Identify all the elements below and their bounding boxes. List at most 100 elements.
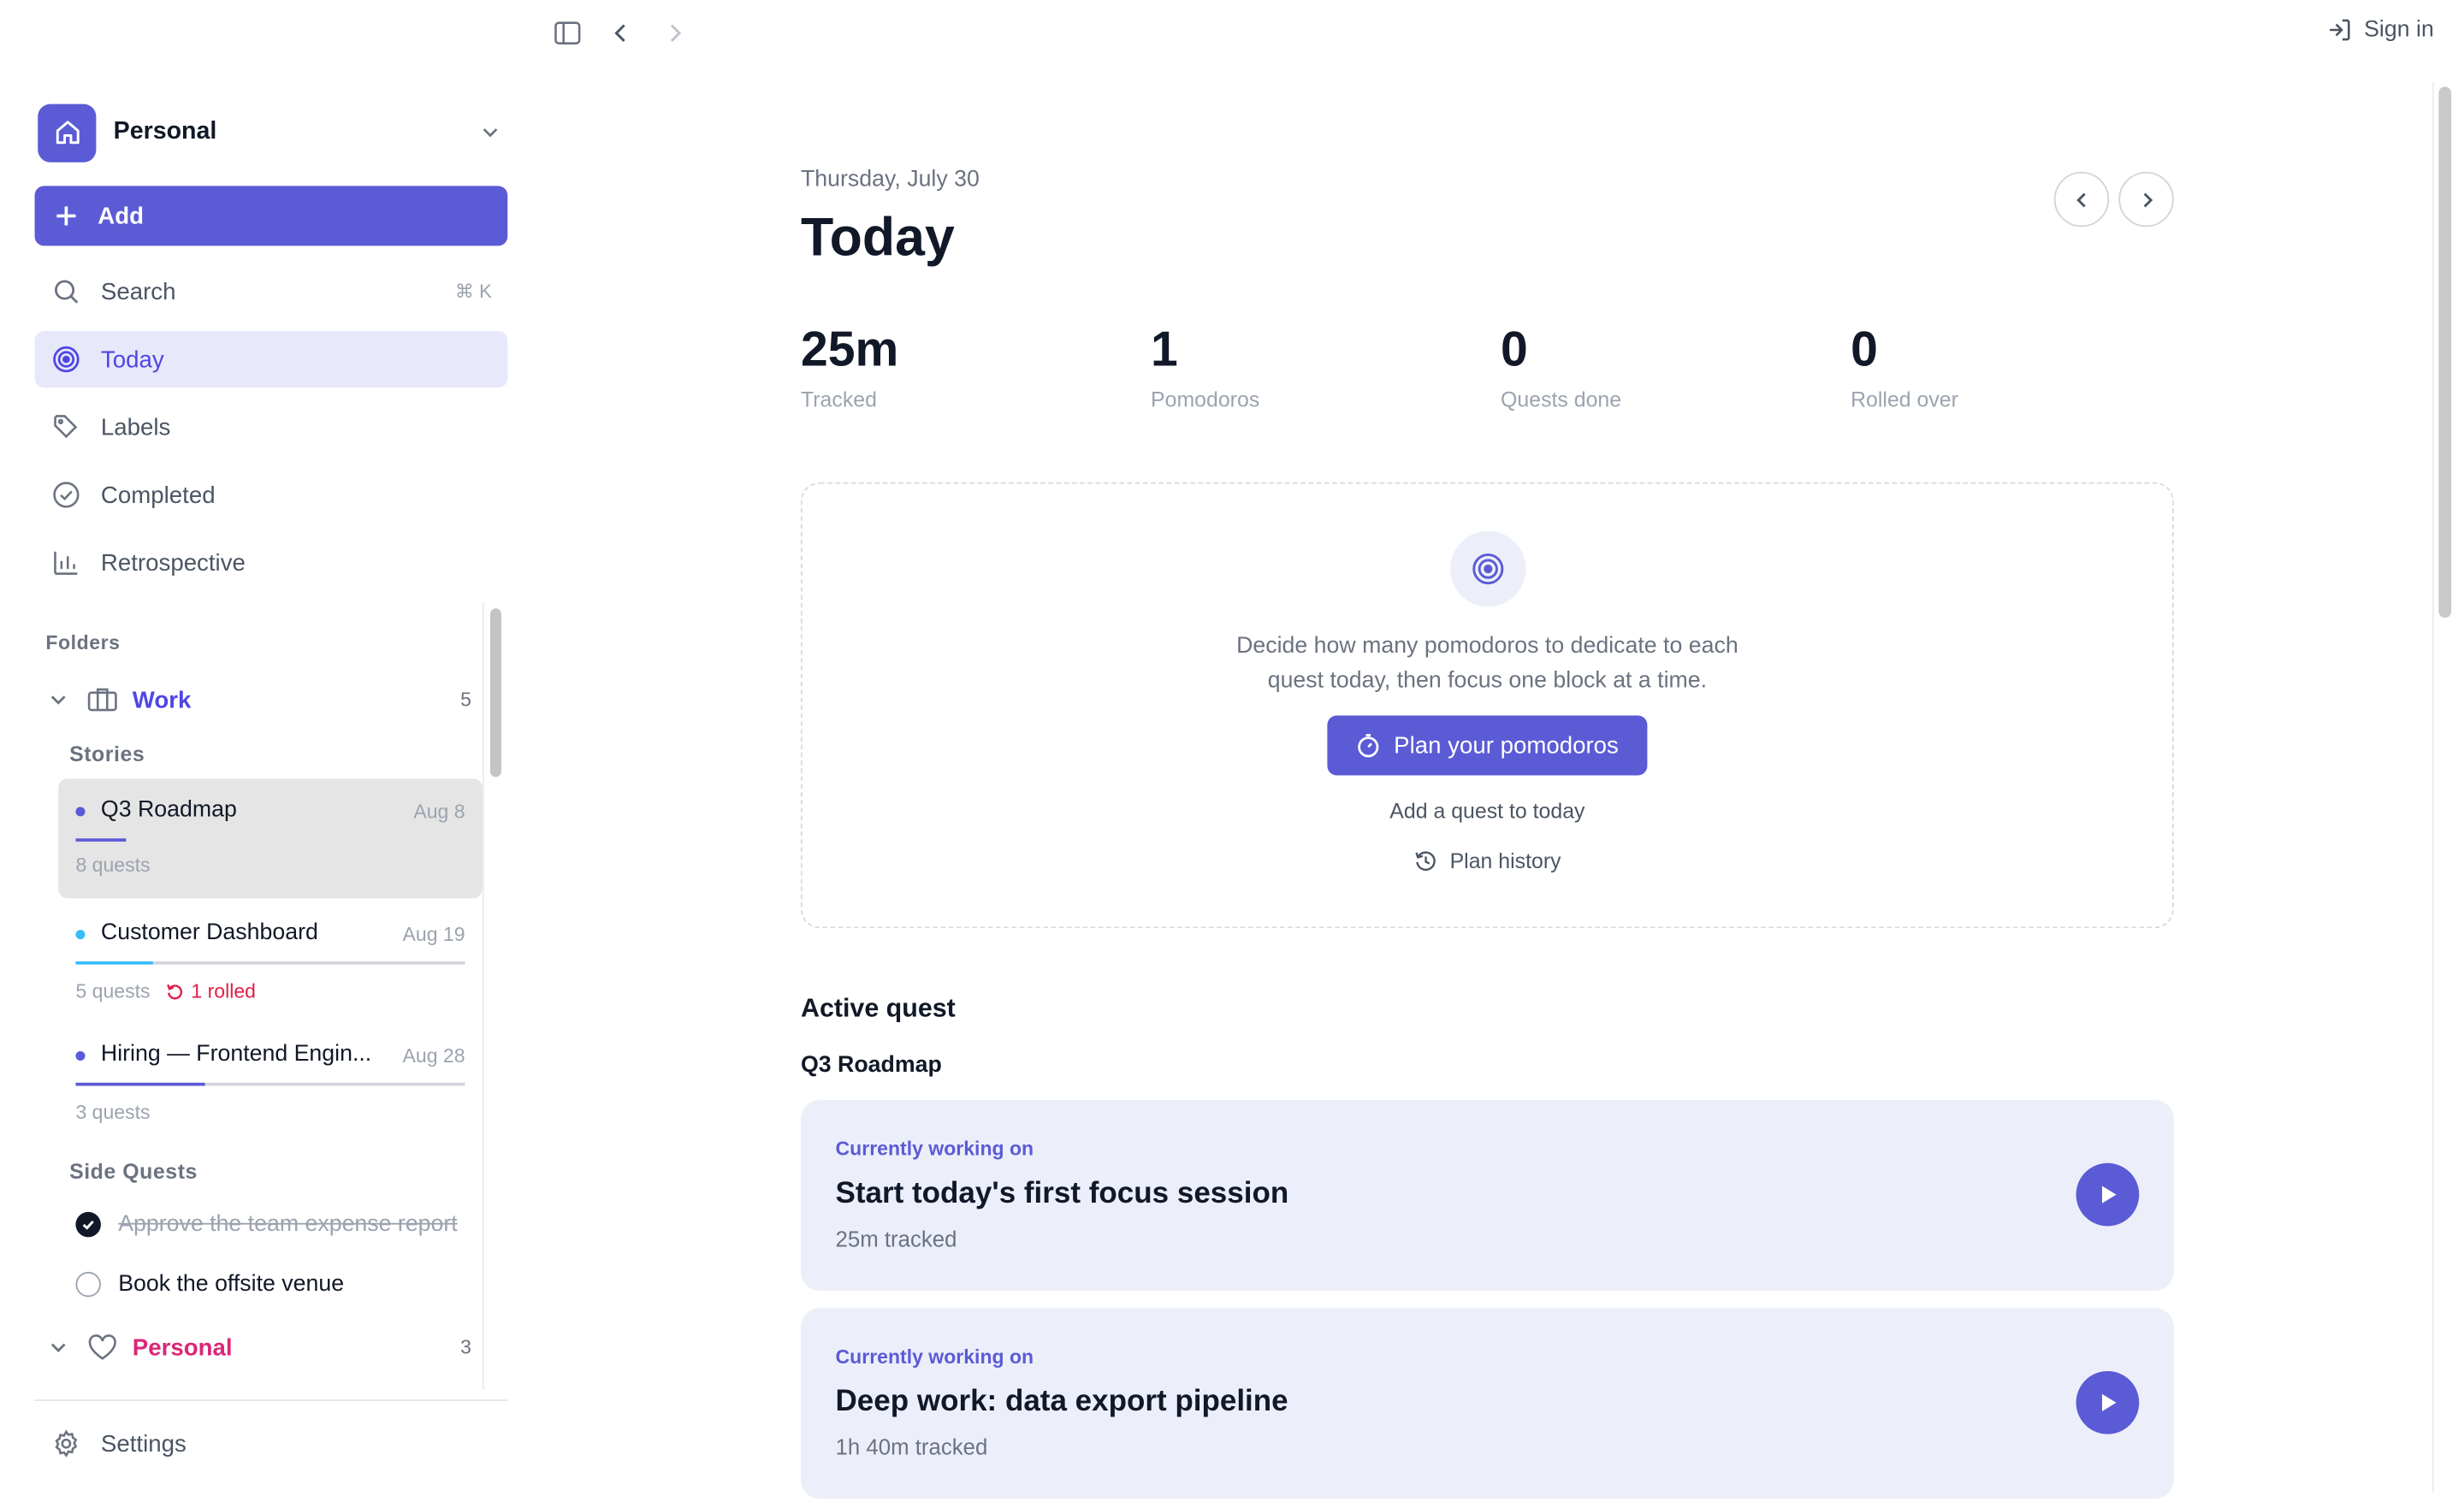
- nav-labels[interactable]: Labels: [35, 399, 508, 455]
- quest-tracked: 1h 40m tracked: [835, 1434, 988, 1460]
- sign-in-label: Sign in: [2364, 17, 2434, 43]
- story-progress-fill: [75, 1082, 205, 1086]
- nav-search-label: Search: [100, 278, 176, 305]
- sidebar-divider: [34, 1399, 508, 1401]
- stat-pomodoros: 1 Pomodoros: [1151, 322, 1259, 411]
- folder-work[interactable]: Work 5: [35, 677, 486, 722]
- nav-retrospective[interactable]: Retrospective: [35, 535, 508, 591]
- story-quest-count: 3 quests: [75, 1101, 151, 1124]
- tag-icon: [54, 415, 78, 439]
- unchecked-checkbox-icon[interactable]: [75, 1271, 101, 1298]
- heart-icon: [86, 1333, 118, 1362]
- add-quest-link[interactable]: Add a quest to today: [803, 799, 2172, 823]
- folder-work-name: Work: [132, 686, 192, 713]
- stat-label: Quests done: [1501, 387, 1622, 411]
- previous-day-button[interactable]: [2053, 171, 2110, 228]
- workspace-switcher[interactable]: Personal: [38, 103, 507, 163]
- plus-icon: [56, 206, 76, 226]
- nav-settings[interactable]: Settings: [35, 1416, 508, 1472]
- add-button[interactable]: Add: [34, 186, 508, 246]
- folder-personal[interactable]: Personal 3: [35, 1326, 486, 1370]
- folder-work-count: 5: [460, 689, 471, 711]
- stat-quests-done: 0 Quests done: [1501, 322, 1621, 411]
- story-date: Aug 8: [413, 800, 465, 823]
- quest-title: Start today's first focus session: [835, 1177, 1289, 1211]
- page-title: Today: [800, 208, 955, 269]
- story-item[interactable]: Hiring — Frontend Engin... Aug 28 3 ques…: [58, 1023, 483, 1143]
- story-meta: 8 quests: [75, 854, 150, 877]
- main-scroll-thumb[interactable]: [2438, 86, 2452, 618]
- stat-label: Rolled over: [1851, 387, 1958, 411]
- nav-completed-label: Completed: [100, 481, 216, 509]
- quest-title: Deep work: data export pipeline: [835, 1385, 1288, 1419]
- story-progress: [75, 961, 465, 965]
- sidebar: Personal Add Search ⌘ K Today Labels Com…: [0, 0, 536, 1502]
- main-content: Thursday, July 30 Today 25m Tracked 1 Po…: [536, 69, 2432, 1502]
- nav-labels-label: Labels: [100, 413, 171, 441]
- story-dot: [75, 1050, 86, 1061]
- play-button[interactable]: [2076, 1162, 2140, 1227]
- history-icon: [1414, 851, 1436, 871]
- story-title: Customer Dashboard: [100, 920, 318, 946]
- side-quest-item[interactable]: Book the offsite venue: [75, 1266, 344, 1304]
- play-icon: [2101, 1393, 2117, 1411]
- active-quest-heading: Active quest: [800, 994, 956, 1023]
- target-icon: [53, 346, 80, 373]
- plan-pomodoros-label: Plan your pomodoros: [1394, 731, 1619, 760]
- sign-in-icon: [2329, 19, 2349, 41]
- chevron-down-icon: [483, 128, 498, 138]
- workspace-name: Personal: [113, 118, 217, 145]
- story-title: Hiring — Frontend Engin...: [100, 1041, 372, 1067]
- stories-heading: Stories: [69, 742, 145, 766]
- stat-label: Pomodoros: [1151, 387, 1260, 411]
- side-quest-label: Approve the team expense report: [118, 1211, 458, 1238]
- top-bar: Sign in: [536, 0, 2463, 69]
- search-icon: [55, 280, 79, 304]
- plan-pomodoros-button[interactable]: Plan your pomodoros: [1327, 715, 1648, 776]
- rolled-icon: [167, 984, 183, 1000]
- chevron-right-icon: [2142, 192, 2153, 207]
- play-icon: [2101, 1186, 2117, 1203]
- active-story-name: Q3 Roadmap: [800, 1052, 942, 1079]
- plan-description: Decide how many pomodoros to dedicate to…: [803, 629, 2172, 698]
- nav-settings-label: Settings: [100, 1430, 187, 1458]
- quest-card[interactable]: Currently working on Start today's first…: [800, 1100, 2174, 1292]
- story-item[interactable]: Customer Dashboard Aug 19 5 quests 1 rol…: [58, 902, 483, 1021]
- story-progress: [75, 1082, 465, 1086]
- folder-tree-scroll-thumb[interactable]: [490, 608, 501, 778]
- folder-personal-name: Personal: [132, 1333, 233, 1361]
- chevron-down-icon[interactable]: [47, 689, 72, 711]
- story-item[interactable]: Q3 Roadmap Aug 8 8 quests: [58, 778, 483, 899]
- nav-search[interactable]: Search ⌘ K: [35, 263, 508, 320]
- story-progress: [75, 838, 465, 842]
- quest-kicker: Currently working on: [835, 1345, 1034, 1369]
- chevron-down-icon[interactable]: [47, 1336, 72, 1358]
- plan-description-line: Decide how many pomodoros to dedicate to…: [1236, 633, 1738, 659]
- story-meta: 3 quests: [75, 1102, 150, 1124]
- back-arrow-icon[interactable]: [602, 15, 640, 52]
- rolled-badge: 1 rolled: [166, 980, 256, 1002]
- play-button[interactable]: [2076, 1370, 2140, 1434]
- story-dot: [75, 807, 86, 817]
- home-icon: [38, 103, 97, 162]
- next-day-button[interactable]: [2118, 171, 2174, 228]
- stat-rolled-over: 0 Rolled over: [1851, 322, 1958, 411]
- folder-tree: Work 5 Stories Q3 Roadmap Aug 8 8 quests…: [35, 602, 486, 1390]
- folder-personal-count: 3: [460, 1336, 471, 1359]
- nav-completed[interactable]: Completed: [35, 466, 508, 523]
- search-shortcut: ⌘ K: [454, 280, 492, 303]
- current-date: Thursday, July 30: [800, 167, 980, 192]
- nav-today[interactable]: Today: [34, 330, 508, 388]
- checked-checkbox-icon[interactable]: [75, 1211, 101, 1238]
- stat-label: Tracked: [800, 387, 877, 411]
- side-quests-heading: Side Quests: [69, 1160, 198, 1184]
- quest-card[interactable]: Currently working on Deep work: data exp…: [800, 1308, 2174, 1499]
- story-progress-fill: [75, 961, 153, 965]
- sign-in-button[interactable]: Sign in: [2326, 17, 2434, 43]
- side-quest-item[interactable]: Approve the team expense report: [75, 1206, 458, 1244]
- plan-history-link[interactable]: Plan history: [803, 849, 2172, 873]
- sidebar-toggle-icon[interactable]: [548, 15, 586, 52]
- add-quest-label: Add a quest to today: [1389, 799, 1585, 823]
- forward-arrow-icon[interactable]: [655, 15, 693, 52]
- check-circle-icon: [53, 482, 80, 508]
